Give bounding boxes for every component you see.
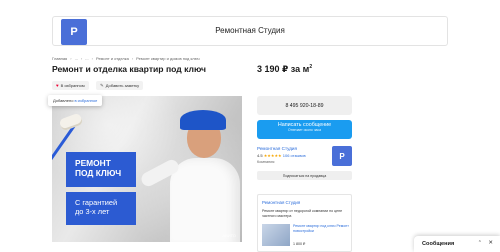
heart-icon: ♥ [56, 83, 59, 88]
seller-ad-card[interactable]: Ремонтная Студия Ремонт квартир от недор… [257, 194, 352, 252]
listing-photo[interactable]: РЕМОНТ ПОД КЛЮЧ С гарантией до 3-х лет А… [52, 96, 242, 242]
note-icon: ✎ [100, 82, 104, 88]
listing-price: 3 190 ₽ за м2 [257, 64, 312, 75]
worker-cap [180, 110, 226, 130]
ad-title[interactable]: Ремонтная Студия [262, 200, 300, 205]
seller-type: Компания [257, 160, 275, 164]
tooltip-text: Добавлено [53, 98, 74, 103]
ad-description: Ремонт квартир от недорогой компании по … [262, 209, 343, 218]
breadcrumb-separator: › [80, 56, 83, 61]
favorite-label: В избранном [60, 83, 85, 88]
seller-avatar[interactable]: P [332, 146, 352, 166]
tooltip-favorites-link[interactable]: в избранное [74, 98, 97, 103]
ad-item-price: 1 800 ₽ [293, 242, 306, 246]
breadcrumb-item[interactable]: ... [85, 56, 88, 61]
close-icon[interactable]: ✕ [488, 240, 493, 246]
page-root: P Ремонтная Студия Главная › ... › ... ›… [0, 0, 500, 252]
breadcrumb-separator: › [91, 56, 93, 61]
price-unit-sup: 2 [309, 64, 313, 70]
promo-sub2: до 3-х лет [75, 207, 110, 216]
worker-body [170, 158, 240, 242]
company-name[interactable]: Ремонтная Студия [53, 26, 447, 35]
seller-rating: 4.5 ★★★★★ 106 отзывов [257, 153, 306, 158]
company-header[interactable]: P Ремонтная Студия [52, 16, 448, 46]
messages-panel[interactable]: Сообщения ⌃ ✕ [414, 236, 500, 252]
write-message-button[interactable]: Написать сообщение Отвечает около часа [257, 120, 352, 139]
add-note-label: Добавить заметку [105, 83, 140, 88]
messages-label: Сообщения [422, 241, 455, 247]
ad-thumbnail[interactable] [262, 224, 290, 246]
promo-block-main: РЕМОНТ ПОД КЛЮЧ [66, 152, 136, 187]
favorite-tooltip: Добавлено в избранное [48, 95, 103, 106]
seller-name-link[interactable]: Ремонтная Студия [257, 146, 297, 151]
promo-line2: ПОД КЛЮЧ [75, 167, 122, 178]
promo-block-guarantee: С гарантией до 3-х лет [66, 192, 136, 225]
breadcrumb-item[interactable]: ... [75, 56, 78, 61]
breadcrumb-item[interactable]: Ремонт квартир и домов под ключ [136, 56, 199, 61]
photo-watermark: АВИТО [222, 233, 236, 238]
breadcrumb: Главная › ... › ... › Ремонт и отделка ›… [52, 56, 200, 61]
add-note-button[interactable]: ✎ Добавить заметку [96, 81, 144, 90]
breadcrumb-item[interactable]: Ремонт и отделка [96, 56, 129, 61]
promo-sub1: С гарантией [75, 198, 118, 207]
rating-value: 4.5 [257, 153, 263, 158]
favorite-button[interactable]: ♥ В избранном [52, 81, 89, 90]
message-response-time: Отвечает около часа [288, 128, 321, 132]
show-phone-button[interactable]: 8 495 920-18-89 [257, 96, 352, 115]
breadcrumb-item[interactable]: Главная [52, 56, 67, 61]
breadcrumb-separator: › [70, 56, 72, 61]
breadcrumb-separator: › [131, 56, 134, 61]
ad-item-link[interactable]: Ремонт квартир под ключ Ремонт новострой… [293, 224, 349, 233]
price-value: 3 190 ₽ за м [257, 64, 310, 74]
rating-stars-icon: ★★★★★ [263, 153, 282, 158]
chevron-up-icon[interactable]: ⌃ [478, 240, 482, 246]
reviews-link[interactable]: 106 отзывов [283, 153, 306, 158]
page-title: Ремонт и отделка квартир под ключ [52, 64, 206, 74]
subscribe-button[interactable]: Подписаться на продавца [257, 171, 352, 180]
